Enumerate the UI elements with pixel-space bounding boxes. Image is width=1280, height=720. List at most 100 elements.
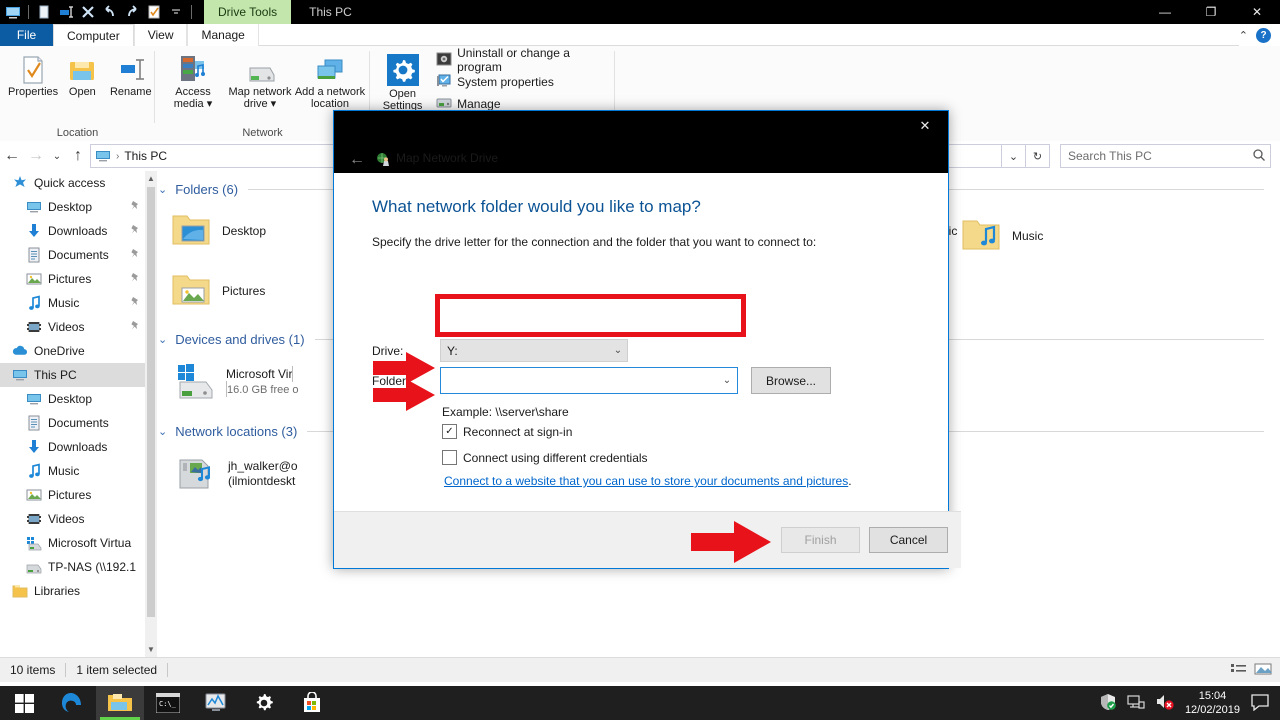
sidebar-item-desktop[interactable]: Desktop (0, 387, 145, 411)
file-explorer-button[interactable] (96, 686, 144, 720)
recent-locations-button[interactable]: ⌄ (48, 144, 66, 168)
uninstall-program-item[interactable]: Uninstall or change a program (436, 46, 615, 74)
forward-button[interactable]: → (24, 144, 48, 168)
cancel-button[interactable]: Cancel (869, 527, 948, 553)
pin-icon[interactable] (130, 248, 141, 262)
tab-manage[interactable]: Manage (187, 24, 259, 46)
customize-qat-icon[interactable] (165, 1, 187, 23)
sidebar-item-this-pc[interactable]: This PC (0, 363, 145, 387)
settings-button[interactable] (240, 686, 288, 720)
undo-icon[interactable] (99, 1, 121, 23)
sidebar-item-music[interactable]: Music (0, 291, 145, 315)
taskbar-clock[interactable]: 15:04 12/02/2019 (1185, 689, 1240, 717)
large-icons-view-icon[interactable] (1254, 661, 1272, 680)
credentials-checkbox-row[interactable]: Connect using different credentials (442, 450, 648, 465)
sidebar-item-quick-access[interactable]: Quick access (0, 171, 145, 195)
minimize-button[interactable]: — (1142, 0, 1188, 24)
dialog-close-button[interactable]: ✕ (902, 111, 948, 141)
chevron-down-icon[interactable]: ⌄ (609, 345, 627, 356)
folder-row: Folder: ⌄ (372, 367, 738, 394)
open-button[interactable]: Open (58, 46, 106, 98)
action-center-icon[interactable] (1250, 693, 1270, 714)
edge-button[interactable] (48, 686, 96, 720)
map-network-drive-button[interactable]: Map network drive ▾ (226, 46, 294, 110)
rename-button[interactable]: Rename (107, 46, 155, 98)
chevron-down-icon[interactable]: ⌄ (158, 183, 167, 196)
microsoft-store-button[interactable] (288, 686, 336, 720)
maximize-button[interactable]: ❐ (1188, 0, 1234, 24)
sidebar-item-documents[interactable]: Documents (0, 243, 145, 267)
scrollbar-thumb[interactable] (147, 187, 155, 617)
sidebar-item-documents[interactable]: Documents (0, 411, 145, 435)
system-properties-item[interactable]: System properties (436, 71, 615, 93)
credentials-checkbox[interactable] (442, 450, 457, 465)
chevron-down-icon[interactable]: ⌄ (158, 425, 167, 438)
sidebar-item-microsoft-virtua[interactable]: Microsoft Virtua (0, 531, 145, 555)
search-input[interactable]: Search This PC (1060, 144, 1271, 168)
sidebar-item-music[interactable]: Music (0, 459, 145, 483)
desktop-icon (26, 391, 42, 407)
sidebar-item-desktop[interactable]: Desktop (0, 195, 145, 219)
properties-button[interactable]: Properties (8, 46, 58, 98)
breadcrumb-item-this-pc[interactable]: This PC (124, 149, 167, 163)
sidebar-item-label: This PC (34, 368, 77, 382)
pin-icon[interactable] (130, 296, 141, 310)
sidebar-item-videos[interactable]: Videos (0, 315, 145, 339)
tab-computer[interactable]: Computer (53, 24, 134, 46)
task-manager-button[interactable] (192, 686, 240, 720)
sidebar-item-downloads[interactable]: Downloads (0, 435, 145, 459)
tabstrip-filler (258, 24, 1239, 46)
add-network-location-button[interactable]: Add a network location (294, 46, 366, 110)
pin-icon[interactable] (130, 224, 141, 238)
connect-website-link[interactable]: Connect to a website that you can use to… (444, 474, 848, 488)
folder-input[interactable]: ⌄ (440, 367, 738, 394)
delete-icon[interactable] (77, 1, 99, 23)
up-button[interactable]: ↑ (66, 144, 90, 168)
volume-muted-icon[interactable] (1155, 693, 1175, 713)
chevron-down-icon[interactable]: ⌄ (158, 333, 167, 346)
browse-button[interactable]: Browse... (751, 367, 831, 394)
download-icon (26, 439, 42, 455)
drive-select[interactable]: Y: ⌄ (440, 339, 628, 362)
scroll-up-icon[interactable]: ▲ (145, 171, 157, 186)
sidebar-item-libraries[interactable]: Libraries (0, 579, 145, 603)
redo-icon[interactable] (121, 1, 143, 23)
open-settings-button[interactable]: Open Settings (376, 48, 429, 115)
address-dropdown-button[interactable]: ⌄ (1002, 144, 1026, 168)
collapse-ribbon-icon[interactable]: ⌃ (1239, 29, 1248, 42)
help-icon[interactable]: ? (1256, 27, 1271, 43)
tab-file[interactable]: File (0, 24, 53, 46)
command-prompt-button[interactable]: C:\_ (144, 686, 192, 720)
start-button[interactable] (0, 686, 48, 720)
network-icon[interactable] (1127, 694, 1145, 713)
chevron-down-icon[interactable]: ⌄ (717, 375, 737, 386)
sidebar-item-videos[interactable]: Videos (0, 507, 145, 531)
pin-icon[interactable] (130, 320, 141, 334)
dialog-back-button[interactable]: ← (342, 149, 372, 171)
properties-icon[interactable] (33, 1, 55, 23)
access-media-button[interactable]: Access media ▾ (160, 46, 226, 110)
close-button[interactable]: ✕ (1234, 0, 1280, 24)
navpane-scrollbar[interactable]: ▲ ▼ (145, 171, 157, 657)
tab-view[interactable]: View (133, 24, 188, 46)
pin-icon[interactable] (130, 200, 141, 214)
pin-icon[interactable] (130, 272, 141, 286)
sidebar-item-downloads[interactable]: Downloads (0, 219, 145, 243)
properties-check-icon[interactable] (143, 1, 165, 23)
refresh-button[interactable]: ↻ (1026, 144, 1050, 168)
reconnect-checkbox-row[interactable]: ✓ Reconnect at sign-in (442, 424, 572, 439)
rename-icon[interactable] (55, 1, 77, 23)
explorer-icon[interactable] (2, 1, 24, 23)
sidebar-item-tp-nas-192-1[interactable]: TP-NAS (\\192.1 (0, 555, 145, 579)
list-item[interactable]: Music (960, 208, 1160, 264)
scroll-down-icon[interactable]: ▼ (145, 642, 157, 657)
contextual-tab-drive-tools[interactable]: Drive Tools (204, 0, 292, 24)
windows-defender-icon[interactable] (1099, 693, 1117, 714)
sidebar-item-pictures[interactable]: Pictures (0, 267, 145, 291)
details-view-icon[interactable] (1230, 661, 1248, 680)
reconnect-checkbox[interactable]: ✓ (442, 424, 457, 439)
finish-button[interactable]: Finish (781, 527, 860, 553)
sidebar-item-onedrive[interactable]: OneDrive (0, 339, 145, 363)
sidebar-item-pictures[interactable]: Pictures (0, 483, 145, 507)
back-button[interactable]: ← (0, 144, 24, 168)
